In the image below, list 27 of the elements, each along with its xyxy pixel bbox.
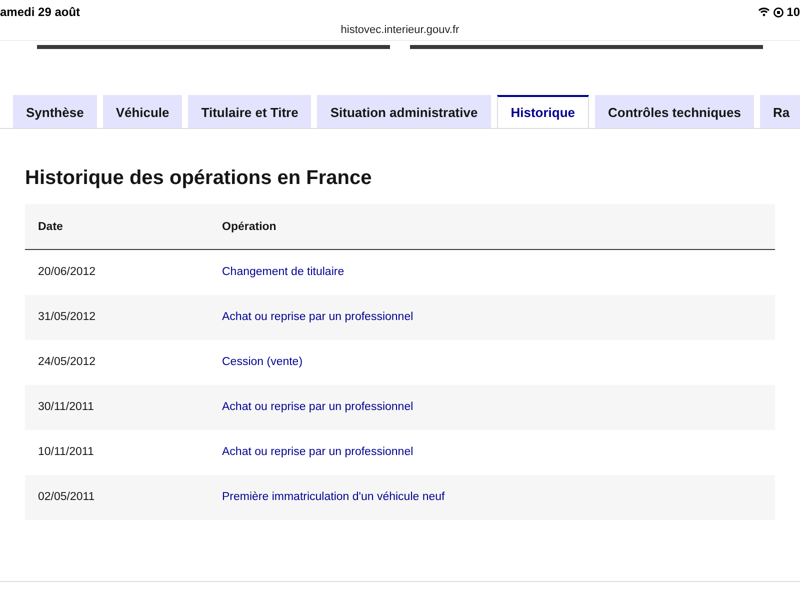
- tab[interactable]: Contrôles techniques: [595, 95, 754, 128]
- operation-cell: Achat ou reprise par un professionnel: [209, 294, 775, 340]
- status-date: amedi 29 août: [0, 5, 80, 19]
- tab[interactable]: Historique: [496, 95, 590, 128]
- date-cell: 02/05/2011: [25, 474, 209, 520]
- operation-cell: Première immatriculation d'un véhicule neuf: [209, 474, 775, 520]
- date-cell: 31/05/2012: [25, 294, 209, 340]
- column-header: Opération: [209, 204, 775, 250]
- battery-percent: 10: [786, 5, 800, 19]
- operation-cell: Changement de titulaire: [209, 250, 775, 294]
- section-title: Historique des opérations en France: [25, 167, 373, 190]
- url-text[interactable]: histovec.interieur.gouv.fr: [340, 24, 460, 36]
- tab[interactable]: Titulaire et Titre: [188, 95, 312, 128]
- orientation-lock-icon: [772, 6, 784, 18]
- date-cell: 10/11/2011: [25, 430, 209, 474]
- date-cell: 30/11/2011: [25, 384, 209, 430]
- tab[interactable]: Véhicule: [102, 95, 182, 128]
- date-cell: 24/05/2012: [25, 340, 209, 384]
- column-header: Date: [25, 204, 209, 250]
- tab[interactable]: Situation administrative: [317, 95, 491, 128]
- date-cell: 20/06/2012: [25, 250, 209, 294]
- operation-cell: Achat ou reprise par un professionnel: [209, 430, 775, 474]
- tab[interactable]: Synthèse: [13, 95, 97, 128]
- tab[interactable]: Ra: [760, 95, 800, 128]
- wifi-icon: [758, 7, 770, 17]
- operation-cell: Cession (vente): [209, 340, 775, 384]
- operation-cell: Achat ou reprise par un professionnel: [209, 384, 775, 430]
